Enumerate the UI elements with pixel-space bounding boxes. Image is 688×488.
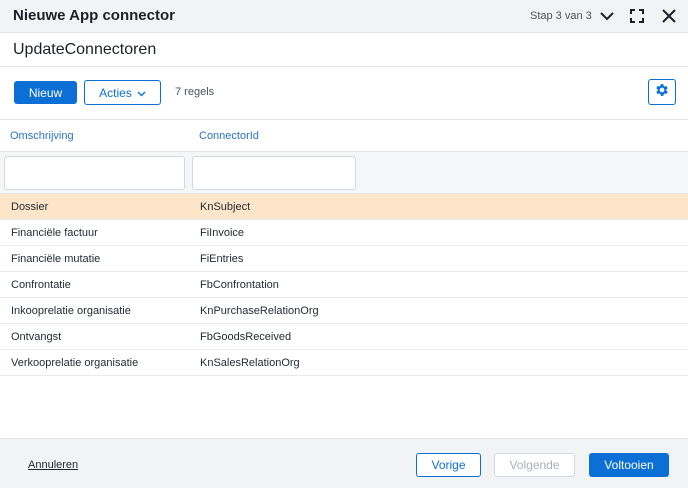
dialog-footer: Annuleren Vorige Volgende Voltooien [0, 438, 688, 488]
grid-divider [0, 119, 688, 120]
actions-label: Acties [99, 85, 132, 100]
cell-connector-id: FiEntries [200, 253, 244, 265]
cell-connector-id: KnSubject [200, 201, 251, 213]
next-button: Volgende [494, 453, 575, 477]
maximize-icon[interactable] [627, 6, 647, 26]
cell-connector-id: FbConfrontation [200, 279, 279, 291]
table-row[interactable]: Ontvangst FbGoodsReceived [0, 324, 688, 350]
cancel-link[interactable]: Annuleren [28, 459, 78, 471]
cell-connector-id: FiInvoice [200, 227, 245, 239]
filter-row [0, 151, 688, 194]
dialog-titlebar: Nieuwe App connector Stap 3 van 3 [0, 0, 688, 33]
collapse-chevron-icon[interactable] [597, 6, 617, 26]
table-row[interactable]: Financiële factuur FiInvoice [0, 220, 688, 246]
cell-description: Inkooprelatie organisatie [11, 305, 131, 317]
table-row[interactable]: Confrontatie FbConfrontation [0, 272, 688, 298]
cell-description: Verkooprelatie organisatie [11, 357, 139, 369]
previous-button[interactable]: Vorige [416, 453, 481, 477]
table-body: Dossier KnSubject Financiële factuur FiI… [0, 194, 688, 376]
table-row[interactable]: Financiële mutatie FiEntries [0, 246, 688, 272]
chevron-down-icon [137, 86, 146, 100]
settings-button[interactable] [648, 79, 676, 105]
table-row[interactable]: Inkooprelatie organisatie KnPurchaseRela… [0, 298, 688, 324]
gear-icon [654, 82, 670, 103]
cell-connector-id: KnSalesRelationOrg [200, 357, 300, 369]
cell-connector-id: KnPurchaseRelationOrg [200, 305, 319, 317]
column-header-connector-id[interactable]: ConnectorId [199, 130, 259, 142]
finish-button[interactable]: Voltooien [589, 453, 669, 477]
page-title: UpdateConnectoren [13, 41, 157, 58]
close-icon[interactable] [659, 6, 679, 26]
filter-input-connector-id[interactable] [192, 156, 356, 190]
step-indicator: Stap 3 van 3 [530, 10, 592, 22]
table-row[interactable]: Verkooprelatie organisatie KnSalesRelati… [0, 350, 688, 376]
new-button[interactable]: Nieuw [14, 81, 77, 104]
actions-dropdown-button[interactable]: Acties [84, 80, 161, 105]
cell-description: Ontvangst [11, 331, 62, 343]
cell-description: Financiële mutatie [11, 253, 101, 265]
divider [0, 66, 688, 67]
rows-count: 7 regels [175, 86, 215, 98]
cell-description: Confrontatie [11, 279, 71, 291]
cell-connector-id: FbGoodsReceived [200, 331, 292, 343]
table-row[interactable]: Dossier KnSubject [0, 194, 688, 220]
dialog-title: Nieuwe App connector [13, 7, 175, 24]
column-header-description[interactable]: Omschrijving [10, 130, 74, 142]
cell-description: Financiële factuur [11, 227, 98, 239]
filter-input-description[interactable] [4, 156, 185, 190]
cell-description: Dossier [11, 201, 49, 213]
